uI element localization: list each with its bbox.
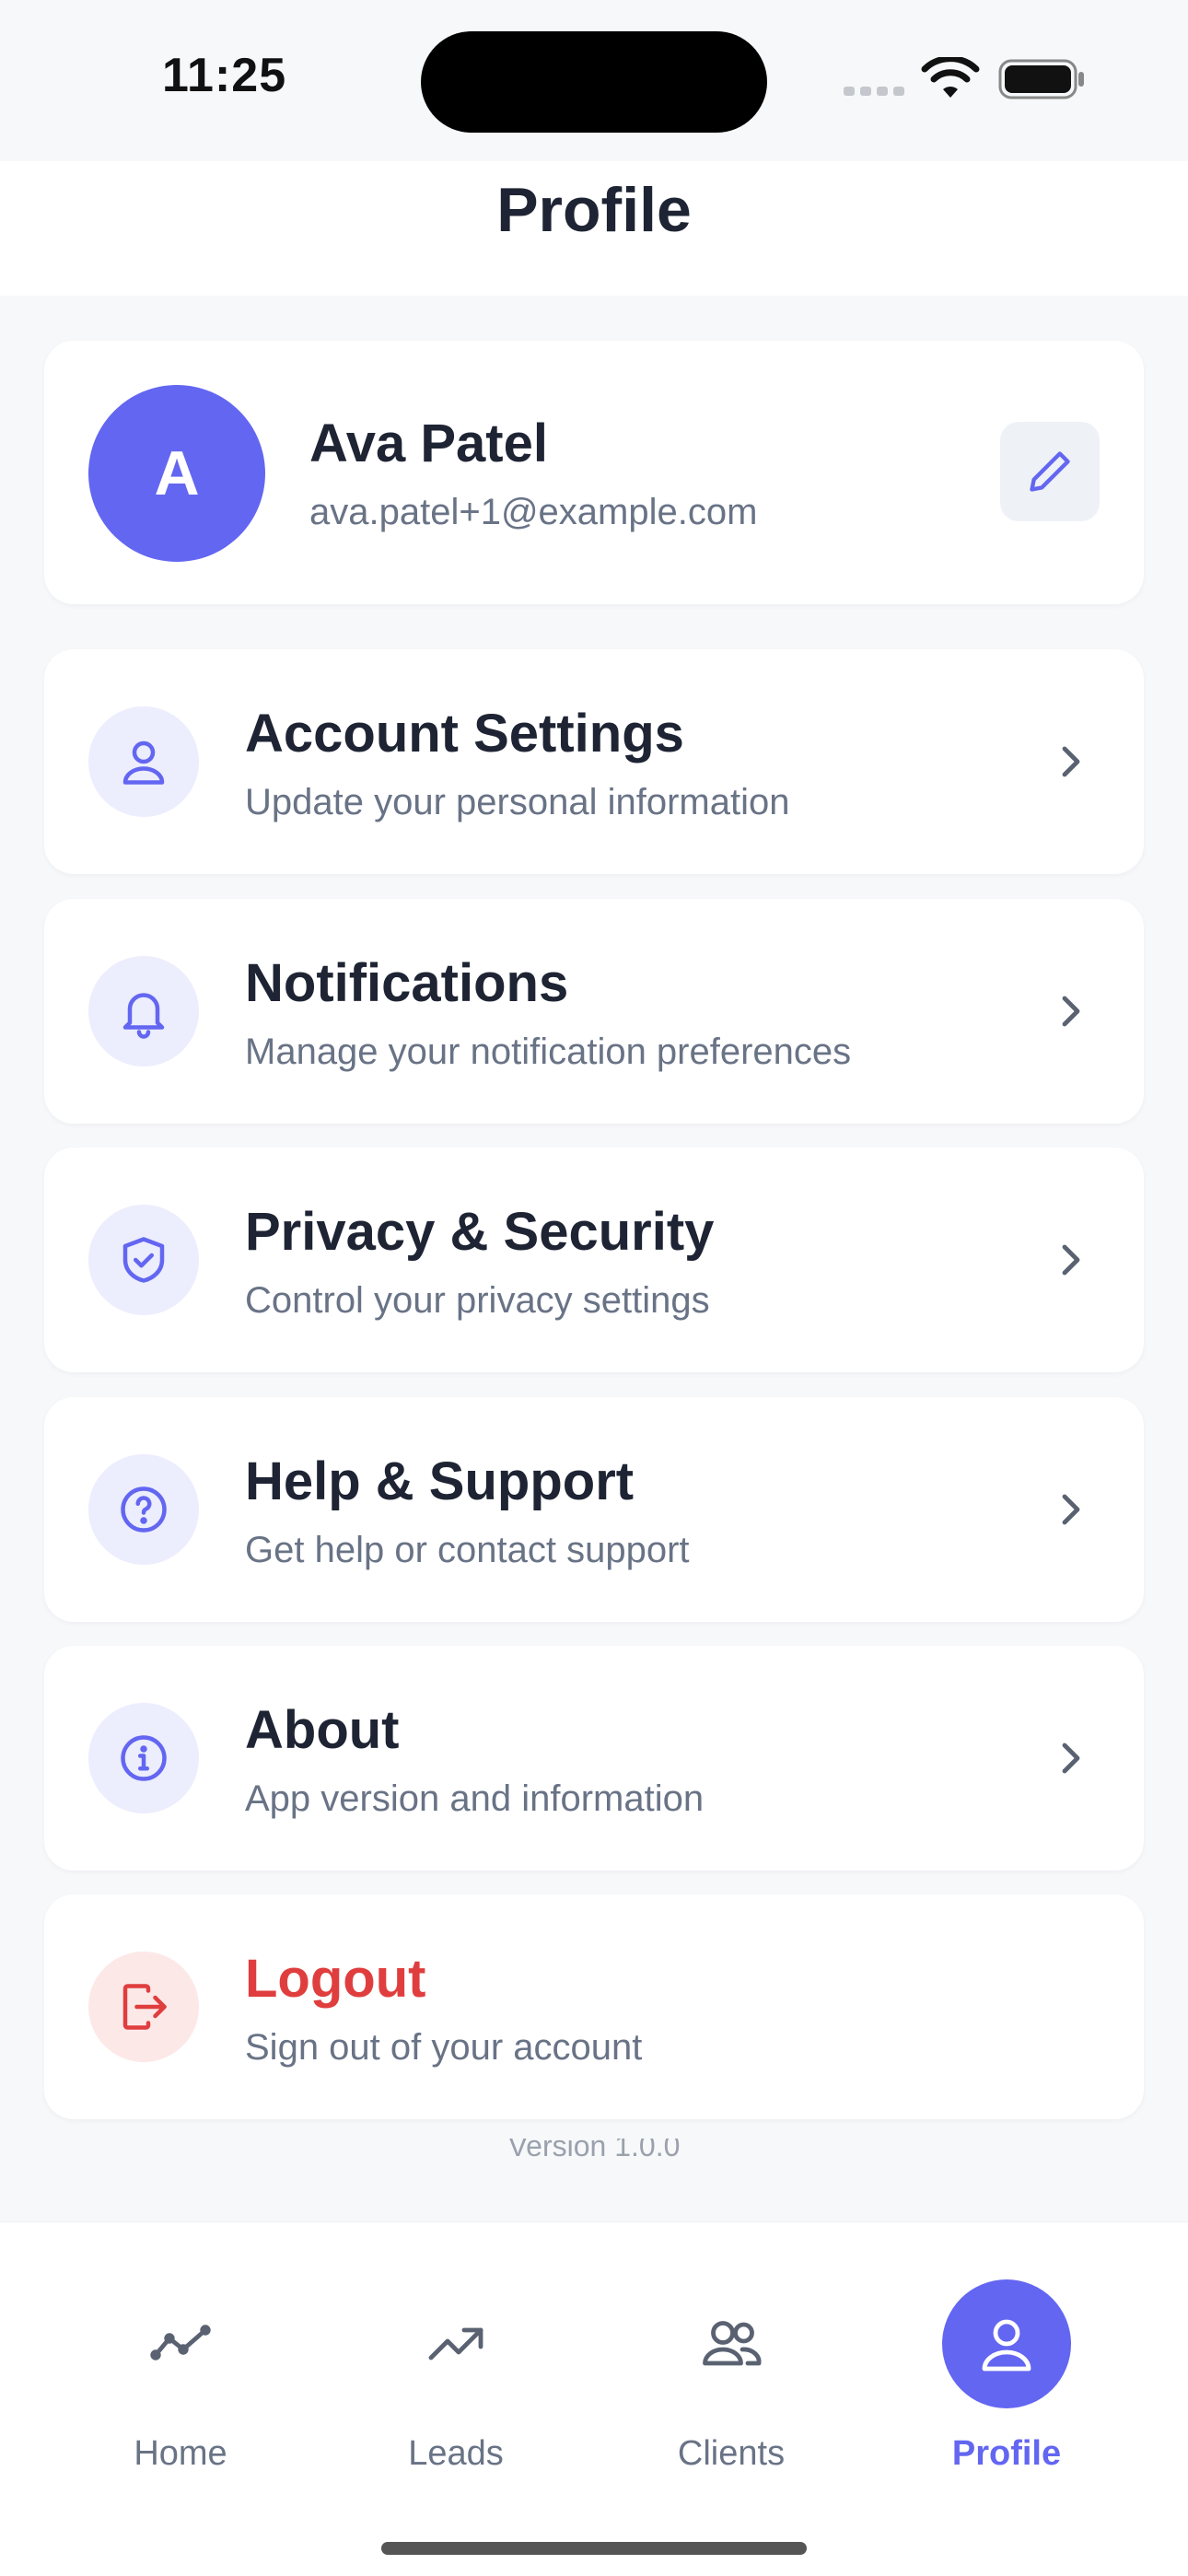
tab-label: Home bbox=[134, 2434, 227, 2473]
menu-item-subtitle: Sign out of your account bbox=[245, 2027, 643, 2068]
profile-name: Ava Patel bbox=[309, 414, 548, 473]
status-bar: 11:25 bbox=[0, 0, 1188, 161]
menu-item-about[interactable]: About App version and information bbox=[44, 1646, 1144, 1871]
chevron-right-icon bbox=[1062, 996, 1080, 1027]
chevron-right-icon bbox=[1062, 746, 1080, 777]
tab-label: Profile bbox=[951, 2434, 1062, 2473]
menu-item-logout[interactable]: Logout Sign out of your account bbox=[44, 1894, 1144, 2119]
battery-icon bbox=[998, 59, 1084, 99]
menu-item-privacy-security[interactable]: Privacy & Security Control your privacy … bbox=[44, 1148, 1144, 1372]
menu-item-title: Logout bbox=[245, 1949, 426, 2009]
wifi-icon bbox=[921, 57, 980, 98]
menu-item-title: Account Settings bbox=[245, 704, 684, 763]
tab-leads[interactable]: Leads bbox=[318, 2278, 594, 2473]
menu-item-title: Privacy & Security bbox=[245, 1202, 715, 1262]
avatar: A bbox=[88, 385, 265, 562]
menu-item-notifications[interactable]: Notifications Manage your notification p… bbox=[44, 899, 1144, 1124]
menu-item-title: Help & Support bbox=[245, 1451, 635, 1511]
profile-card: A Ava Patel ava.patel+1@example.com bbox=[44, 341, 1144, 604]
pencil-icon bbox=[1030, 451, 1070, 492]
tab-label: Clients bbox=[677, 2434, 786, 2473]
shield-check-icon bbox=[88, 1205, 199, 1315]
users-icon bbox=[667, 2279, 796, 2408]
user-icon bbox=[942, 2279, 1071, 2408]
profile-email: ava.patel+1@example.com bbox=[309, 492, 758, 532]
tab-clients[interactable]: Clients bbox=[593, 2278, 869, 2473]
bottom-tab-bar: Home Leads Clients Profile bbox=[0, 2221, 1188, 2576]
app-version-text: Version 1.0.0 bbox=[507, 2139, 681, 2159]
cellular-signal-icon bbox=[844, 87, 904, 96]
chevron-right-icon bbox=[1062, 1244, 1080, 1276]
menu-item-account-settings[interactable]: Account Settings Update your personal in… bbox=[44, 649, 1144, 874]
status-time: 11:25 bbox=[162, 49, 287, 102]
menu-item-subtitle: Update your personal information bbox=[245, 782, 790, 822]
menu-item-title: Notifications bbox=[245, 953, 569, 1013]
home-indicator bbox=[381, 2542, 807, 2555]
page-title: Profile bbox=[496, 175, 692, 245]
activity-icon bbox=[116, 2279, 245, 2408]
menu-item-subtitle: Control your privacy settings bbox=[245, 1280, 710, 1321]
edit-profile-button[interactable] bbox=[1000, 422, 1100, 521]
menu-item-subtitle: Manage your notification preferences bbox=[245, 1032, 852, 1072]
menu-item-title: About bbox=[245, 1700, 400, 1760]
menu-item-help-support[interactable]: Help & Support Get help or contact suppo… bbox=[44, 1397, 1144, 1622]
top-header: Profile bbox=[0, 161, 1188, 296]
info-icon bbox=[88, 1703, 199, 1813]
trending-up-icon bbox=[391, 2279, 520, 2408]
tab-label: Leads bbox=[408, 2434, 504, 2473]
bell-icon bbox=[88, 956, 199, 1067]
menu-item-subtitle: App version and information bbox=[245, 1778, 705, 1819]
menu-item-subtitle: Get help or contact support bbox=[245, 1530, 690, 1570]
tab-home[interactable]: Home bbox=[42, 2278, 319, 2473]
chevron-right-icon bbox=[1062, 1743, 1080, 1774]
dynamic-island bbox=[421, 31, 767, 133]
chevron-right-icon bbox=[1062, 1494, 1080, 1525]
help-circle-icon bbox=[88, 1454, 199, 1565]
logout-icon bbox=[88, 1952, 199, 2062]
tab-profile[interactable]: Profile bbox=[868, 2278, 1145, 2473]
user-icon bbox=[88, 706, 199, 817]
